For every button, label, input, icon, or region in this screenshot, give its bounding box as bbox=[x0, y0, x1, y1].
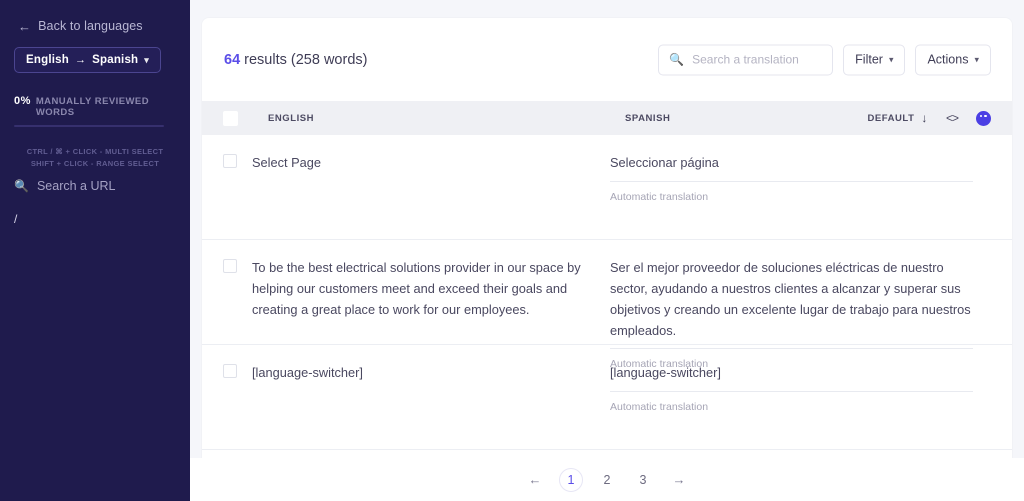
language-pair-selector[interactable]: English → Spanish ▾ bbox=[14, 47, 161, 73]
arrow-left-icon: ← bbox=[18, 18, 32, 34]
back-to-languages-link[interactable]: ← Back to languages bbox=[14, 16, 176, 33]
row-english-text: [language-switcher] bbox=[252, 365, 363, 380]
main-area: 64 results (258 words) 🔍 Filter ▾ Action… bbox=[190, 0, 1024, 501]
row-checkbox[interactable] bbox=[223, 154, 237, 168]
filter-button-label: Filter bbox=[855, 52, 883, 67]
row-english-text: Select Page bbox=[252, 155, 322, 170]
search-icon: 🔍 bbox=[14, 179, 29, 193]
pagination-next-button[interactable]: → bbox=[667, 468, 691, 492]
sort-label: DEFAULT bbox=[867, 112, 915, 124]
row-english-text: To be the best electrical solutions prov… bbox=[252, 260, 581, 317]
chevron-down-icon: ▾ bbox=[144, 54, 149, 65]
translations-card: 64 results (258 words) 🔍 Filter ▾ Action… bbox=[202, 18, 1012, 458]
search-icon: 🔍 bbox=[669, 52, 685, 67]
url-list: / bbox=[14, 210, 176, 228]
table-header: ENGLISH SPANISH DEFAULT ↓ <> bbox=[202, 101, 1012, 135]
row-spanish-input[interactable]: Ser el mejor proveedor de soluciones elé… bbox=[610, 258, 973, 350]
select-all-checkbox[interactable] bbox=[223, 110, 238, 126]
reviewed-percent: 0% bbox=[14, 95, 31, 107]
pagination-page-2[interactable]: 2 bbox=[595, 468, 619, 492]
row-translation-note: Automatic translation bbox=[610, 400, 709, 413]
arrow-right-icon: → bbox=[74, 54, 87, 66]
back-to-languages-label: Back to languages bbox=[38, 19, 143, 33]
pagination: ← 1 2 3 → bbox=[190, 458, 1024, 501]
reviewed-progress-bar bbox=[14, 125, 164, 127]
pagination-page-1[interactable]: 1 bbox=[559, 467, 583, 492]
table-row: Select Page Seleccionar página Automatic… bbox=[202, 135, 1012, 240]
results-count: 64 bbox=[224, 51, 241, 68]
row-spanish-cell: Ser el mejor proveedor de soluciones elé… bbox=[610, 258, 991, 370]
header-controls: 🔍 Filter ▾ Actions ▾ bbox=[658, 44, 991, 75]
manually-reviewed-stat: 0% MANUALLY REVIEWED WORDS bbox=[14, 95, 176, 118]
hint-range-select: SHIFT + CLICK - RANGE SELECT bbox=[30, 158, 160, 168]
selection-hints: CTRL / ⌘ + CLICK - MULTI SELECT SHIFT + … bbox=[0, 146, 190, 169]
app-root: ← Back to languages English → Spanish ▾ … bbox=[0, 0, 1024, 501]
palette-icon[interactable] bbox=[976, 110, 991, 126]
hint-multi-select: CTRL / ⌘ + CLICK - MULTI SELECT bbox=[26, 147, 164, 156]
row-translation-note: Automatic translation bbox=[610, 190, 709, 203]
table-row: To be the best electrical solutions prov… bbox=[202, 240, 1012, 370]
search-url-placeholder: Search a URL bbox=[36, 179, 116, 193]
row-spanish-cell: Seleccionar página Automatic translation bbox=[610, 153, 991, 239]
table-row: [language-switcher] [language-switcher] … bbox=[202, 345, 1012, 450]
row-english-cell: Select Page bbox=[223, 153, 610, 239]
list-item[interactable]: / bbox=[14, 210, 176, 228]
row-english-cell: [language-switcher] bbox=[223, 363, 610, 449]
search-translation-box[interactable]: 🔍 bbox=[658, 44, 834, 75]
chevron-down-icon: ▾ bbox=[888, 54, 894, 64]
row-spanish-input[interactable]: Seleccionar página bbox=[610, 153, 973, 182]
actions-button[interactable]: Actions ▾ bbox=[915, 44, 991, 75]
results-summary: 64 results (258 words) bbox=[224, 52, 367, 68]
table-header-tools: DEFAULT ↓ <> bbox=[867, 101, 991, 135]
search-url-field[interactable]: 🔍 Search a URL bbox=[14, 179, 176, 193]
column-header-spanish: SPANISH bbox=[625, 112, 671, 124]
row-checkbox[interactable] bbox=[223, 259, 237, 273]
row-spanish-cell: [language-switcher] Automatic translatio… bbox=[610, 363, 991, 449]
filter-button[interactable]: Filter ▾ bbox=[843, 44, 906, 75]
results-label: results (258 words) bbox=[240, 51, 368, 68]
chevron-down-icon: ▾ bbox=[974, 54, 979, 64]
pagination-prev-button[interactable]: ← bbox=[523, 468, 547, 492]
row-english-cell: To be the best electrical solutions prov… bbox=[223, 258, 610, 344]
card-header: 64 results (258 words) 🔍 Filter ▾ Action… bbox=[202, 18, 1012, 101]
actions-button-label: Actions bbox=[927, 52, 969, 67]
language-source-label: English bbox=[26, 54, 69, 66]
row-spanish-input[interactable]: [language-switcher] bbox=[610, 363, 973, 392]
sidebar: ← Back to languages English → Spanish ▾ … bbox=[0, 0, 190, 501]
code-view-icon[interactable]: <> bbox=[946, 111, 959, 125]
language-target-label: Spanish bbox=[92, 54, 139, 66]
arrow-down-icon: ↓ bbox=[921, 111, 928, 125]
column-header-english: ENGLISH bbox=[268, 112, 315, 124]
row-checkbox[interactable] bbox=[223, 364, 237, 378]
sidebar-content: ← Back to languages English → Spanish ▾ … bbox=[0, 0, 190, 127]
search-translation-input[interactable] bbox=[692, 52, 823, 67]
sort-control[interactable]: DEFAULT ↓ bbox=[867, 112, 928, 124]
pagination-page-3[interactable]: 3 bbox=[631, 468, 655, 492]
reviewed-label: MANUALLY REVIEWED WORDS bbox=[35, 96, 150, 118]
